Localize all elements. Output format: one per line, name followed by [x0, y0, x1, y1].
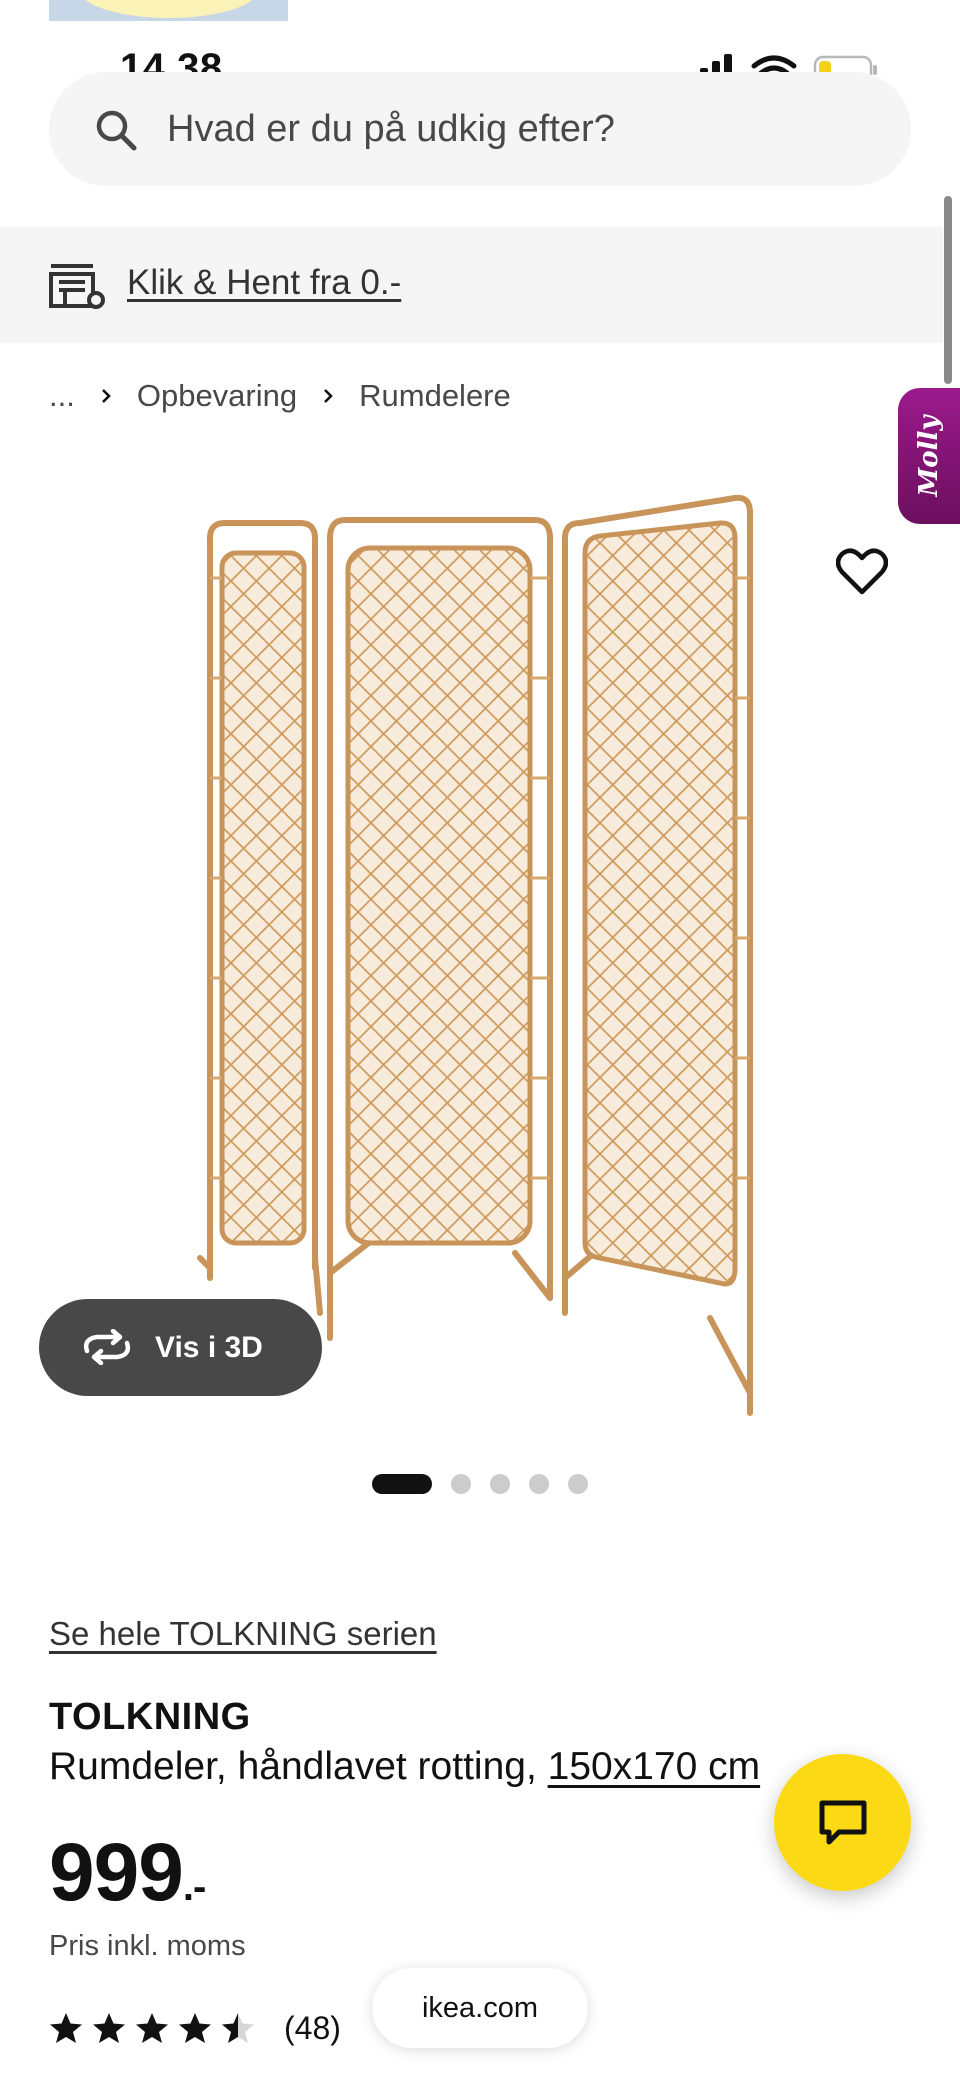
- price-note: Pris inkl. moms: [49, 1930, 246, 1962]
- breadcrumb: ... Opbevaring Rumdelere: [49, 376, 511, 416]
- search-input[interactable]: Hvad er du på udkig efter?: [167, 108, 615, 151]
- view-3d-label: Vis i 3D: [155, 1331, 263, 1364]
- promo-banner: Klik & Hent fra 0.-: [0, 227, 943, 343]
- star-icon: [221, 2012, 255, 2044]
- rating-stars: [49, 2012, 264, 2044]
- browser-domain-pill[interactable]: ikea.com: [372, 1968, 588, 2048]
- click-collect-link[interactable]: Klik & Hent fra 0.-: [127, 263, 401, 303]
- view-3d-button[interactable]: Vis i 3D: [39, 1299, 322, 1396]
- assistant-label: Molly: [914, 415, 944, 497]
- assistant-tab[interactable]: Molly: [898, 388, 960, 524]
- price-suffix: .-: [182, 1865, 206, 1909]
- carousel-dot-4[interactable]: [529, 1474, 549, 1494]
- rating[interactable]: (48): [49, 2008, 341, 2048]
- rotate-3d-icon: [81, 1328, 133, 1366]
- product-image[interactable]: [180, 478, 800, 1438]
- top-thumbnail: [49, 0, 288, 21]
- product-size-link[interactable]: 150x170 cm: [548, 1745, 760, 1788]
- star-icon: [49, 2012, 83, 2044]
- chevron-right-icon: [323, 388, 333, 404]
- heart-icon: [835, 548, 889, 600]
- store-icon: [49, 262, 105, 310]
- breadcrumb-rumdelere[interactable]: Rumdelere: [359, 378, 511, 414]
- carousel-dot-1[interactable]: [372, 1474, 432, 1494]
- search-icon: [95, 109, 137, 151]
- star-icon: [92, 2012, 126, 2044]
- price-value: 999: [49, 1827, 184, 1918]
- product-type: Rumdeler, håndlavet rotting,: [49, 1745, 548, 1788]
- chat-icon: [817, 1798, 869, 1848]
- breadcrumb-ellipsis[interactable]: ...: [49, 378, 75, 414]
- breadcrumb-opbevaring[interactable]: Opbevaring: [137, 378, 297, 414]
- chevron-right-icon: [101, 388, 111, 404]
- review-count[interactable]: (48): [284, 2010, 341, 2047]
- search-bar[interactable]: Hvad er du på udkig efter?: [49, 72, 911, 186]
- carousel-dot-5[interactable]: [568, 1474, 588, 1494]
- star-icon: [178, 2012, 212, 2044]
- star-icon: [135, 2012, 169, 2044]
- product-name: TOLKNING: [49, 1696, 251, 1738]
- chat-button[interactable]: [774, 1754, 911, 1891]
- product-price: 999.-: [49, 1826, 206, 1920]
- favorite-button[interactable]: [835, 548, 889, 596]
- carousel-dots: [372, 1473, 588, 1495]
- carousel-dot-3[interactable]: [490, 1474, 510, 1494]
- carousel-dot-2[interactable]: [451, 1474, 471, 1494]
- series-link[interactable]: Se hele TOLKNING serien: [49, 1615, 437, 1653]
- product-description: Rumdeler, håndlavet rotting, 150x170 cm: [49, 1745, 760, 1789]
- scrollbar[interactable]: [944, 196, 952, 384]
